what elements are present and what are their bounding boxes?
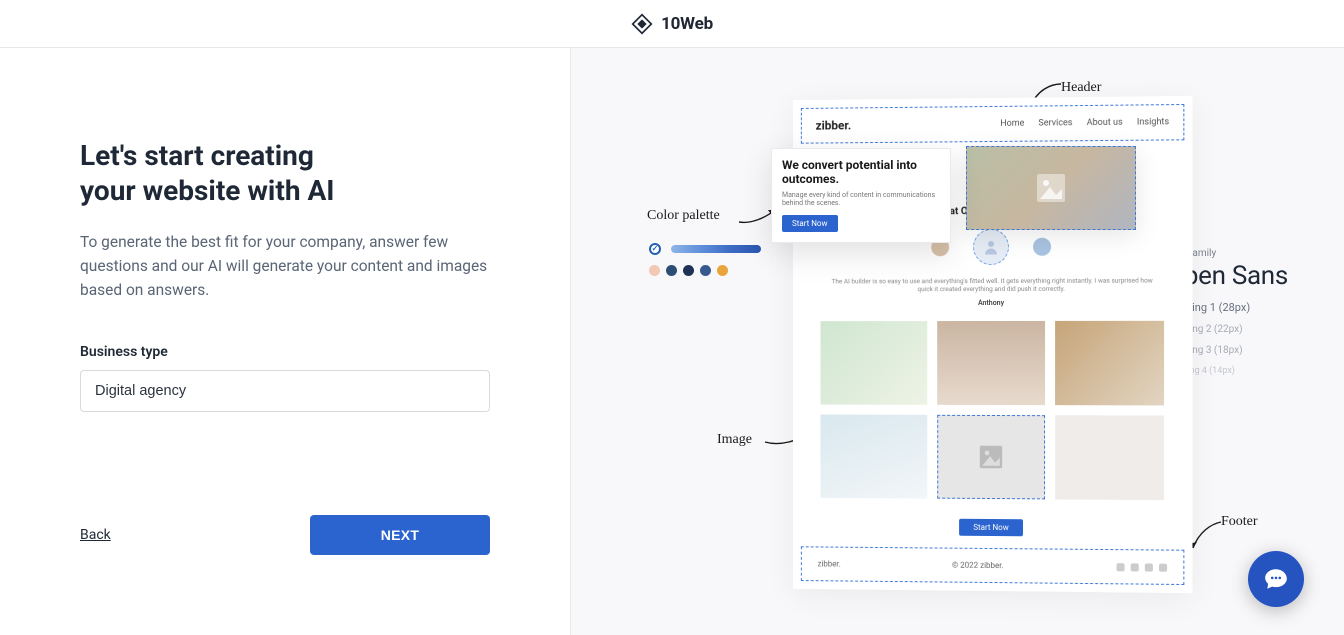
image-placeholder-icon (979, 445, 1003, 469)
mock-gallery-item (821, 415, 928, 499)
palette-dot (683, 265, 694, 276)
chat-fab[interactable] (1248, 551, 1304, 607)
palette-dot (666, 265, 677, 276)
mock-nav-item: About us (1087, 118, 1123, 128)
mock-gallery-image-placeholder (937, 415, 1045, 500)
mock-body: See What Our Clients Have to Say The AI … (801, 205, 1185, 538)
social-icon (1159, 563, 1167, 571)
mock-footer-social (1116, 563, 1167, 572)
mock-gallery-item (821, 321, 928, 405)
preview-panel: Header Footer Color palette Image (570, 48, 1344, 635)
annotation-header: Header (1061, 80, 1101, 96)
mock-header-section: zibber. Home Services About us Insights (801, 104, 1185, 144)
mock-nav-item: Services (1038, 118, 1072, 128)
chat-icon (1263, 566, 1289, 592)
palette-gradient (671, 245, 761, 253)
palette-dot (717, 265, 728, 276)
mock-avatar (1033, 238, 1051, 256)
mock-gallery-item (937, 321, 1045, 405)
business-type-input[interactable] (80, 370, 490, 412)
mock-nav-item: Home (1000, 119, 1024, 129)
palette-selected-icon (649, 243, 661, 255)
page-subtext: To generate the best fit for your compan… (80, 230, 490, 302)
person-icon (982, 238, 1000, 256)
mock-footer-section: zibber. © 2022 zibber. (801, 547, 1185, 586)
image-placeholder-icon (1036, 173, 1066, 203)
color-palette (649, 238, 761, 276)
brand-name: 10Web (661, 14, 713, 34)
heading-line1: Let's start creating (80, 139, 314, 172)
mock-nav: Home Services About us Insights (1000, 117, 1169, 129)
back-link[interactable]: Back (80, 527, 111, 543)
mock-hero-title: We convert potential into outcomes. (782, 159, 940, 187)
page-heading: Let's start creating your website with A… (80, 138, 490, 208)
topbar: 10Web (0, 0, 1344, 48)
form-panel: Let's start creating your website with A… (0, 48, 570, 635)
logo-icon (631, 13, 653, 35)
palette-dot (700, 265, 711, 276)
mock-gallery (801, 307, 1185, 515)
business-type-label: Business type (80, 344, 490, 360)
mock-footer-copyright: © 2022 zibber. (952, 561, 1004, 570)
mock-avatar-selected (973, 229, 1009, 265)
mock-testimonial: The AI builder is so easy to use and eve… (801, 276, 1185, 294)
mock-brand: zibber. (816, 118, 852, 132)
annotation-image: Image (717, 432, 752, 448)
mock-gallery-item (1055, 415, 1164, 500)
mock-nav-item: Insights (1137, 117, 1169, 127)
social-icon (1116, 563, 1124, 571)
social-icon (1131, 563, 1139, 571)
mock-gallery-item (1055, 321, 1164, 406)
next-button[interactable]: NEXT (310, 515, 490, 555)
mock-hero-subtitle: Manage every kind of content in communic… (782, 191, 940, 208)
annotation-color-palette: Color palette (647, 208, 720, 224)
mock-hero-image (966, 146, 1136, 230)
heading-line2: your website with AI (80, 173, 490, 208)
mock-hero-button: Start Now (782, 215, 838, 232)
palette-dots (649, 265, 761, 276)
palette-dot (649, 265, 660, 276)
annotation-footer: Footer (1221, 514, 1258, 530)
social-icon (1145, 563, 1153, 571)
mock-start-button: Start Now (959, 519, 1022, 537)
mock-footer-brand: zibber. (818, 560, 841, 569)
mock-hero-card: We convert potential into outcomes. Mana… (771, 148, 951, 243)
